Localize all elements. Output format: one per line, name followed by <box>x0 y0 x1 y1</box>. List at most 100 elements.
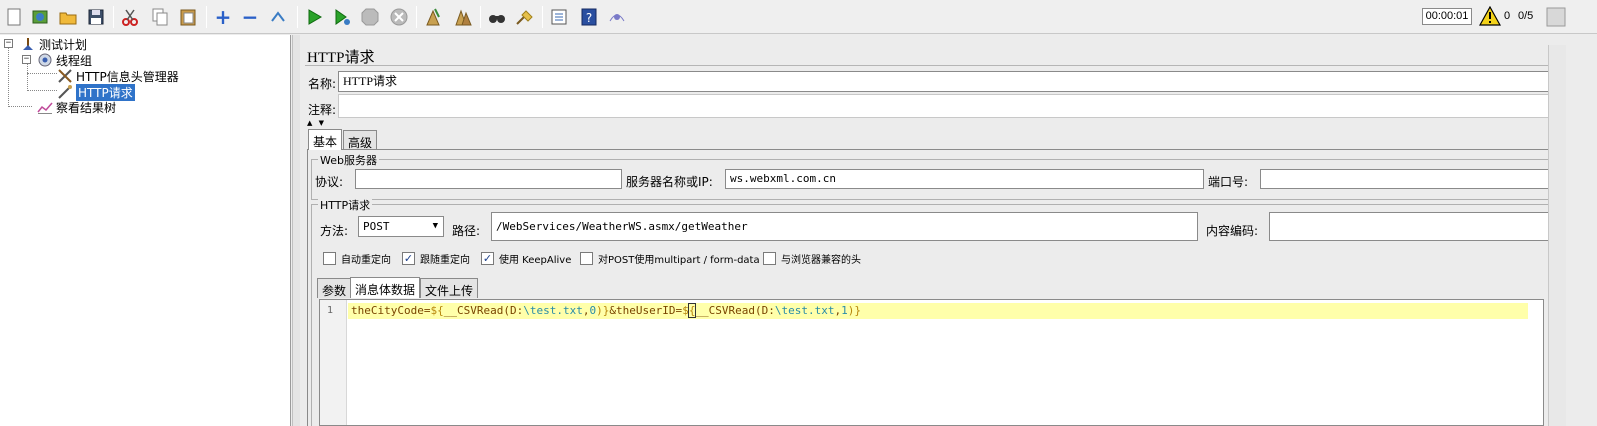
option-label: 与浏览器兼容的头 <box>781 255 861 266</box>
option-label: 跟随重定向 <box>420 255 470 266</box>
search-icon[interactable] <box>485 5 509 29</box>
checkbox-browser-headers[interactable] <box>763 252 776 265</box>
server-field[interactable]: ws.webxml.com.cn <box>725 169 1204 189</box>
clear-all-icon[interactable] <box>451 5 475 29</box>
tab-advanced[interactable]: 高级 <box>343 130 378 150</box>
running-indicator-icon <box>1546 7 1566 27</box>
option-browser-headers[interactable]: 与浏览器兼容的头 <box>763 251 861 266</box>
encoding-field[interactable] <box>1269 212 1549 241</box>
comment-field[interactable] <box>338 94 1553 118</box>
option-keepalive[interactable]: ✓ 使用 KeepAlive <box>481 251 571 266</box>
code-token: )} <box>596 304 610 317</box>
result-tree-icon <box>37 102 53 114</box>
tab-body-data[interactable]: 消息体数据 <box>350 277 421 298</box>
function-helper-icon[interactable] <box>547 5 571 29</box>
option-label: 使用 KeepAlive <box>499 255 572 266</box>
code-token: 1 <box>841 304 848 317</box>
start-no-pauses-icon[interactable] <box>330 5 354 29</box>
page-title: HTTP请求 <box>307 50 375 66</box>
body-data-code[interactable]: theCityCode=${__CSVRead(D:\test.txt,0)}&… <box>351 303 862 318</box>
tree-node-test-plan[interactable]: 测试计划 <box>20 36 87 52</box>
path-label: 路径: <box>452 224 481 238</box>
warning-icon[interactable] <box>1479 6 1501 26</box>
toolbar: + − ? 00:00:01 0 0/5 <box>0 0 1597 34</box>
tree-node-result-tree[interactable]: 察看结果树 <box>37 99 116 115</box>
start-icon[interactable] <box>302 5 326 29</box>
new-icon[interactable] <box>2 5 26 29</box>
copy-icon[interactable] <box>148 5 172 29</box>
help-icon[interactable]: ? <box>577 5 601 29</box>
svg-text:?: ? <box>586 11 592 25</box>
stop-icon[interactable] <box>358 5 382 29</box>
server-label: 服务器名称或IP: <box>626 175 713 189</box>
code-token: __CSVRead(D: <box>695 304 775 317</box>
shutdown-icon[interactable] <box>387 5 411 29</box>
method-value: POST <box>363 220 390 233</box>
web-server-legend: Web服务器 <box>318 152 379 168</box>
tab-file-upload[interactable]: 文件上传 <box>420 278 479 298</box>
thread-count: 0/5 <box>1518 10 1534 22</box>
tree-label-test-plan: 测试计划 <box>39 37 88 52</box>
tree-node-thread-group[interactable]: 线程组 <box>37 52 92 68</box>
code-token: ${ <box>430 304 444 317</box>
protocol-field[interactable] <box>355 169 622 189</box>
save-icon[interactable] <box>84 5 108 29</box>
thread-group-icon <box>38 53 52 67</box>
checkbox-multipart[interactable] <box>580 252 593 265</box>
chevron-down-icon: ▼ <box>432 221 438 231</box>
code-token: \test.txt <box>523 304 583 317</box>
code-token: __CSVRead(D: <box>443 304 524 317</box>
expander-thread-group[interactable]: − <box>22 55 31 64</box>
expand-icon[interactable]: + <box>211 5 235 29</box>
port-label: 端口号: <box>1208 175 1249 189</box>
code-token: )} <box>847 304 862 317</box>
option-label: 对POST使用multipart / form-data <box>598 255 760 266</box>
expander-test-plan[interactable]: − <box>4 39 13 48</box>
name-label: 名称: <box>308 77 337 91</box>
tab-parameters[interactable]: 参数 <box>317 278 352 298</box>
clear-icon[interactable] <box>421 5 445 29</box>
remote-icon[interactable] <box>605 5 629 29</box>
option-label: 自动重定向 <box>341 255 391 266</box>
http-request-legend: HTTP请求 <box>318 197 373 213</box>
path-field[interactable]: /WebServices/WeatherWS.asmx/getWeather <box>491 212 1198 241</box>
templates-icon[interactable] <box>28 5 52 29</box>
test-plan-icon <box>23 38 33 50</box>
checkbox-follow-redirects[interactable]: ✓ <box>402 252 415 265</box>
checkbox-auto-redirect[interactable] <box>323 252 336 265</box>
tree-label-result-tree: 察看结果树 <box>56 100 117 115</box>
cut-icon[interactable] <box>118 5 142 29</box>
code-token: theCityCode= <box>351 304 431 317</box>
code-token: $ <box>682 304 689 317</box>
option-follow-redirects[interactable]: ✓ 跟随重定向 <box>402 251 470 266</box>
tree-node-header-manager[interactable]: HTTP信息头管理器 <box>57 68 179 84</box>
pane-splitter[interactable] <box>292 35 300 426</box>
paste-icon[interactable] <box>176 5 200 29</box>
checkbox-keepalive[interactable]: ✓ <box>481 252 494 265</box>
sampler-editor: HTTP请求 名称: HTTP请求 注释: ▲ ▼ 基本 高级 Web服务器 协… <box>302 35 1597 426</box>
reset-search-icon[interactable] <box>512 5 536 29</box>
line-number: 1 <box>327 305 334 316</box>
method-select[interactable]: POST ▼ <box>358 216 444 237</box>
option-auto-redirect[interactable]: 自动重定向 <box>323 251 391 266</box>
tab-basic[interactable]: 基本 <box>308 129 343 150</box>
body-data-editor[interactable]: 1 theCityCode=${__CSVRead(D:\test.txt,0)… <box>319 299 1544 426</box>
collapse-icon[interactable]: − <box>238 5 262 29</box>
option-multipart[interactable]: 对POST使用multipart / form-data <box>580 251 760 266</box>
line-number-gutter: 1 <box>320 300 347 425</box>
protocol-label: 协议: <box>315 175 344 189</box>
method-label: 方法: <box>320 224 349 238</box>
toggle-icon[interactable] <box>266 5 290 29</box>
collapse-arrows[interactable]: ▲ ▼ <box>307 119 326 127</box>
code-token: &theUserID= <box>609 304 683 317</box>
name-field[interactable]: HTTP请求 <box>338 71 1553 92</box>
encoding-label: 内容编码: <box>1206 224 1259 238</box>
code-token: \test.txt <box>774 304 835 317</box>
comment-label: 注释: <box>308 103 337 117</box>
vertical-scrollbar[interactable] <box>1548 45 1566 426</box>
test-plan-tree: − 测试计划 − 线程组 HTTP信息头管理器 HTTP请求 察看结果树 <box>0 35 291 426</box>
port-field[interactable] <box>1260 169 1549 189</box>
open-icon[interactable] <box>56 5 80 29</box>
header-manager-icon <box>58 69 72 83</box>
elapsed-timer: 00:00:01 <box>1422 8 1472 25</box>
